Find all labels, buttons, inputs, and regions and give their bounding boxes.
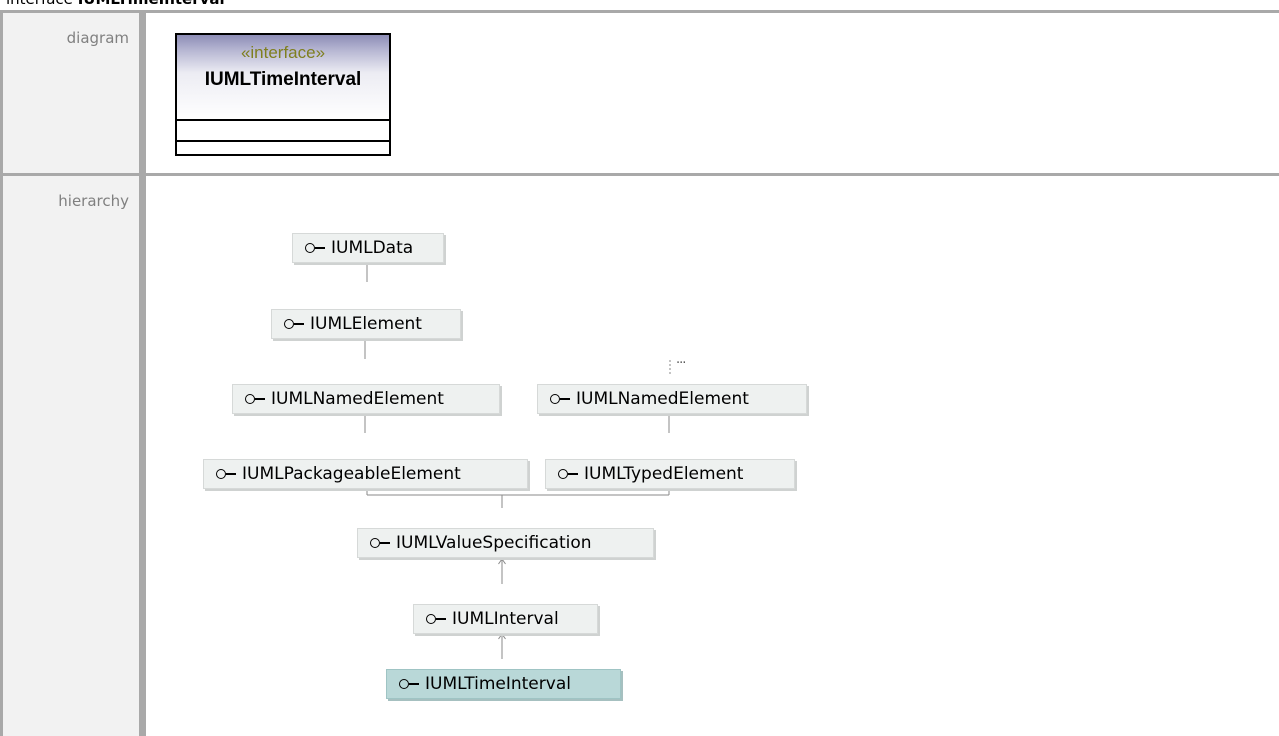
diagram-label-cell: diagram <box>3 13 139 173</box>
more-ancestors-marker[interactable]: ... <box>676 352 686 367</box>
node-label: IUMLValueSpecification <box>396 533 592 553</box>
diagram-content-cell: «interface» IUMLTimeInterval <box>146 13 1279 173</box>
node-label: IUMLData <box>331 238 414 258</box>
uml-class-header: «interface» IUMLTimeInterval <box>177 35 389 121</box>
uml-class-name: IUMLTimeInterval <box>204 69 362 90</box>
interface-icon <box>558 468 579 480</box>
node-iumlnamedelement-right[interactable]: IUMLNamedElement <box>537 384 807 414</box>
node-iumlvaluespecification[interactable]: IUMLValueSpecification <box>357 528 654 558</box>
node-iumlelement[interactable]: IUMLElement <box>271 309 461 339</box>
row-separator <box>0 173 1279 176</box>
interface-icon <box>550 393 571 405</box>
interface-icon <box>370 537 391 549</box>
uml-stereotype: «interface» <box>240 43 326 62</box>
node-label: IUMLTypedElement <box>584 464 744 484</box>
node-label: IUMLNamedElement <box>576 389 749 409</box>
node-label: IUMLInterval <box>452 609 559 629</box>
node-label: IUMLPackageableElement <box>242 464 461 484</box>
node-label: IUMLElement <box>310 314 422 334</box>
interface-icon <box>426 613 447 625</box>
interface-icon <box>305 242 326 254</box>
diagram-row-label: diagram <box>66 29 129 47</box>
node-label: IUMLNamedElement <box>271 389 444 409</box>
node-iumltypedelement[interactable]: IUMLTypedElement <box>545 459 795 489</box>
title-kind: interface <box>6 0 73 8</box>
hierarchy-label-cell: hierarchy <box>3 176 139 736</box>
column-separator <box>139 10 146 736</box>
interface-icon <box>284 318 305 330</box>
node-iumltimeinterval-current[interactable]: IUMLTimeInterval <box>386 669 621 699</box>
interface-icon <box>216 468 237 480</box>
uml-attributes-compartment <box>177 121 389 142</box>
hierarchy-content-cell: ... IUMLData IUMLElement IUMLNamedElemen… <box>146 176 1279 736</box>
node-iumlnamedelement-left[interactable]: IUMLNamedElement <box>232 384 500 414</box>
node-iumldata[interactable]: IUMLData <box>292 233 444 263</box>
documentation-table: diagram hierarchy «interface» IUMLTimeIn… <box>0 10 1279 736</box>
interface-icon <box>245 393 266 405</box>
interface-icon <box>399 678 420 690</box>
table-left-border <box>0 10 3 736</box>
node-label: IUMLTimeInterval <box>425 674 571 694</box>
node-iumlinterval[interactable]: IUMLInterval <box>413 604 598 634</box>
uml-class-box[interactable]: «interface» IUMLTimeInterval <box>175 33 391 156</box>
table-top-border <box>0 10 1279 13</box>
node-iumlpackageableelement[interactable]: IUMLPackageableElement <box>203 459 528 489</box>
page-title: interface IUMLTimeInterval <box>6 0 225 9</box>
title-name: IUMLTimeInterval <box>78 0 225 8</box>
hierarchy-row-label: hierarchy <box>58 192 129 210</box>
